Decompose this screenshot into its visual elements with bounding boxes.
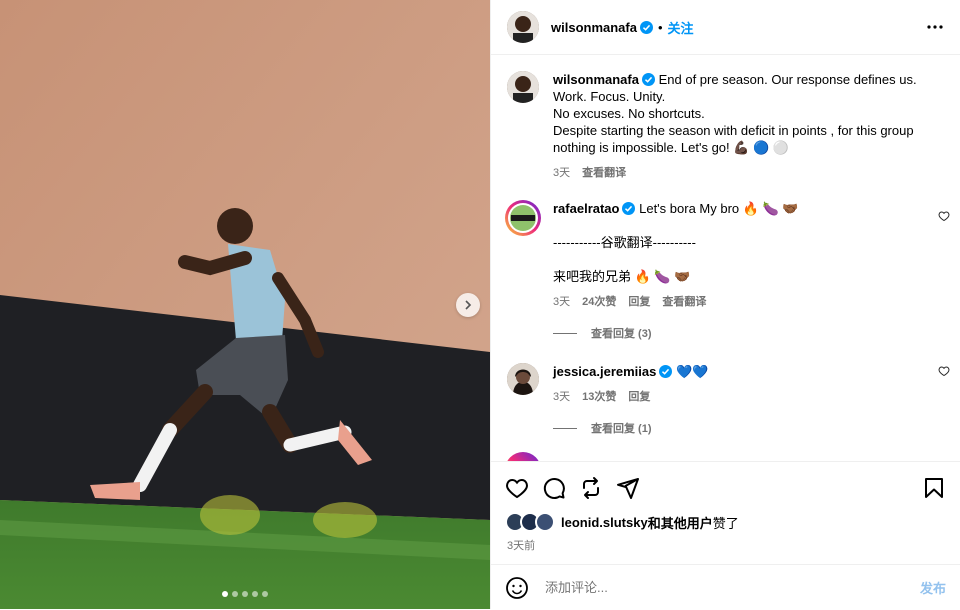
follow-button[interactable]: 关注 — [668, 18, 694, 37]
translation-text: 来吧我的兄弟 🔥 🍆 🤝🏾 — [553, 269, 691, 284]
post-header: wilsonmanafa • 关注 — [491, 0, 960, 55]
post-date[interactable]: 3天前 — [491, 537, 960, 553]
caption-line: Despite starting the season with deficit… — [553, 123, 914, 155]
comment-time[interactable]: 3天 — [553, 293, 570, 309]
translation-header: -----------谷歌翻译---------- — [553, 235, 696, 250]
divider-line — [553, 427, 577, 429]
see-translation-link[interactable]: 查看翻译 — [662, 293, 706, 309]
heart-icon[interactable] — [505, 476, 529, 500]
comments-scroll[interactable]: wilsonmanafa End of pre season. Our resp… — [491, 55, 960, 461]
view-replies-label: 查看回复 (3) — [591, 328, 652, 340]
post-panel: wilsonmanafa • 关注 wilsonmanafa End of pr… — [490, 0, 960, 609]
carousel-dot — [232, 591, 238, 597]
likes-suffix: 赞了 — [712, 515, 739, 531]
carousel-dot — [222, 591, 228, 597]
comment-text: Let's bora My bro 🔥 🍆 🤝🏾 — [639, 201, 799, 216]
comment-text: 💙💙 — [675, 364, 709, 379]
comment-likes[interactable]: 24次赞 — [582, 293, 616, 309]
comment-item — [491, 452, 960, 461]
see-translation-link[interactable]: 查看翻译 — [582, 164, 626, 180]
bookmark-icon[interactable] — [922, 476, 946, 500]
more-icon[interactable] — [926, 18, 944, 36]
carousel-dot — [242, 591, 248, 597]
commenter-username[interactable]: rafaelratao — [553, 201, 619, 216]
liker-username[interactable]: leonid.slutsky — [561, 515, 648, 530]
comment-input[interactable] — [543, 579, 920, 596]
commenter-username[interactable]: jessica.jeremiias — [553, 364, 656, 379]
caption-username[interactable]: wilsonmanafa — [553, 72, 639, 87]
separator-dot: • — [657, 19, 663, 35]
view-replies-button[interactable]: 查看回复 (3) — [491, 325, 960, 341]
heart-icon[interactable] — [938, 365, 950, 377]
comment-icon[interactable] — [542, 476, 566, 500]
comment-item: jessica.jeremiias 💙💙 3天 13次赞 回复 — [491, 363, 960, 404]
next-image-button[interactable] — [456, 293, 480, 317]
carousel-dot — [252, 591, 258, 597]
post-media[interactable] — [0, 0, 490, 609]
others-link[interactable]: 和其他用户 — [648, 513, 713, 532]
caption: wilsonmanafa End of pre season. Our resp… — [491, 71, 960, 180]
verified-icon — [641, 73, 655, 86]
carousel-dot — [262, 591, 268, 597]
likes-summary: leonid.slutsky 和其他用户 赞了 — [491, 512, 960, 532]
author-username[interactable]: wilsonmanafa — [551, 20, 637, 35]
post-photo — [0, 0, 490, 609]
verified-icon — [659, 365, 673, 378]
verified-icon — [622, 202, 636, 215]
caption-time[interactable]: 3天 — [553, 164, 570, 180]
post-comment-button[interactable]: 发布 — [920, 578, 946, 597]
liker-avatar — [535, 512, 555, 532]
comment-likes[interactable]: 13次赞 — [582, 388, 616, 404]
divider-line — [553, 332, 577, 334]
post-actions: leonid.slutsky 和其他用户 赞了 3天前 — [491, 461, 960, 553]
author-avatar[interactable] — [507, 11, 539, 43]
commenter-avatar[interactable] — [507, 363, 539, 395]
carousel-indicator — [222, 591, 268, 597]
author-avatar[interactable] — [507, 71, 539, 103]
view-replies-label: 查看回复 (1) — [591, 423, 652, 435]
send-icon[interactable] — [616, 476, 640, 500]
reply-button[interactable]: 回复 — [628, 293, 650, 309]
share-icon[interactable] — [579, 476, 603, 500]
heart-icon[interactable] — [938, 210, 950, 222]
commenter-avatar[interactable] — [505, 200, 541, 236]
commenter-avatar[interactable] — [505, 452, 541, 461]
chevron-right-icon — [465, 300, 472, 310]
emoji-icon[interactable] — [505, 576, 529, 600]
caption-line: End of pre season. Our response defines … — [658, 72, 917, 87]
view-replies-button[interactable]: 查看回复 (1) — [491, 420, 960, 436]
reply-button[interactable]: 回复 — [628, 388, 650, 404]
caption-line: No excuses. No shortcuts. — [553, 106, 705, 121]
likers-facepile[interactable] — [505, 512, 555, 532]
caption-line: Work. Focus. Unity. — [553, 89, 666, 104]
comment-time[interactable]: 3天 — [553, 388, 570, 404]
verified-icon — [639, 20, 653, 34]
comment-item: rafaelratao Let's bora My bro 🔥 🍆 🤝🏾 ---… — [491, 200, 960, 309]
comment-bar: 发布 — [491, 564, 960, 610]
